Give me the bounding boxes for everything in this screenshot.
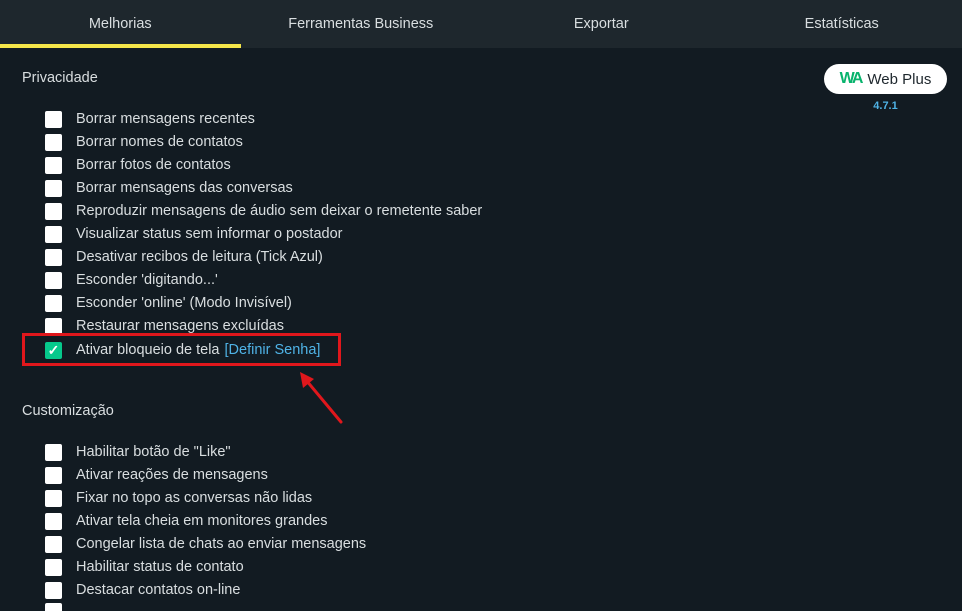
web-plus-logo: WA Web Plus [824, 64, 947, 94]
option-botao-like[interactable]: Habilitar botão de "Like" [45, 442, 231, 462]
checkbox[interactable] [45, 535, 62, 553]
option-label: Habilitar status de contato [76, 559, 244, 575]
option-label: Ativar reações de mensagens [76, 467, 268, 483]
option-label: Esconder 'digitando...' [76, 272, 218, 288]
option-fixar-topo[interactable]: Fixar no topo as conversas não lidas [45, 488, 312, 508]
checkbox[interactable] [45, 110, 62, 128]
arrow-icon [300, 372, 343, 424]
option-borrar-mensagens-recentes[interactable]: Borrar mensagens recentes [45, 109, 255, 129]
customization-section-title: Customização [22, 403, 114, 419]
option-label: Visualizar status sem informar o postado… [76, 226, 343, 242]
option-label: Restaurar mensagens excluídas [76, 318, 284, 334]
checkbox[interactable] [45, 317, 62, 335]
option-label: Congelar lista de chats ao enviar mensag… [76, 536, 367, 552]
tab-exportar[interactable]: Exportar [481, 0, 722, 48]
version-label: 4.7.1 [873, 100, 898, 112]
checkbox[interactable] [45, 248, 62, 266]
checkbox[interactable] [45, 443, 62, 461]
brand-name: Web Plus [867, 70, 932, 88]
option-reproduzir-audio[interactable]: Reproduzir mensagens de áudio sem deixar… [45, 201, 482, 221]
checkbox[interactable] [45, 466, 62, 484]
checkbox[interactable] [45, 156, 62, 174]
checkbox[interactable] [45, 271, 62, 289]
checkbox[interactable] [45, 489, 62, 507]
option-label: Habilitar botão de "Like" [76, 444, 231, 460]
option-destacar-contatos[interactable]: Destacar contatos on-line [45, 580, 240, 600]
tab-melhorias[interactable]: Melhorias [0, 0, 241, 48]
option-label: Ativar tela cheia em monitores grandes [76, 513, 328, 529]
checkbox[interactable] [45, 133, 62, 151]
option-label: Borrar mensagens das conversas [76, 180, 293, 196]
option-label: Destacar contatos on-line [76, 582, 241, 598]
option-label: Borrar nomes de contatos [76, 134, 243, 150]
tab-bar: Melhorias Ferramentas Business Exportar … [0, 0, 962, 48]
option-label: Fixar no topo as conversas não lidas [76, 490, 313, 506]
wa-logo-icon: WA [839, 70, 864, 87]
option-cut-off[interactable] [45, 603, 76, 611]
checkbox[interactable] [45, 202, 62, 220]
option-label: Borrar mensagens recentes [76, 111, 255, 127]
checkbox[interactable] [45, 225, 62, 243]
privacy-section-title: Privacidade [22, 70, 98, 86]
checkbox[interactable] [45, 512, 62, 530]
option-status-contato[interactable]: Habilitar status de contato [45, 557, 244, 577]
tab-ferramentas-business[interactable]: Ferramentas Business [241, 0, 482, 48]
checkbox[interactable] [45, 558, 62, 576]
option-borrar-mensagens-conversas[interactable]: Borrar mensagens das conversas [45, 178, 293, 198]
checkbox[interactable] [45, 581, 62, 599]
option-label: Borrar fotos de contatos [76, 157, 231, 173]
checkbox[interactable] [45, 179, 62, 197]
tab-estatisticas[interactable]: Estatísticas [722, 0, 962, 48]
option-label: Reproduzir mensagens de áudio sem deixar… [76, 203, 483, 219]
checkbox[interactable] [45, 603, 62, 611]
option-label: Desativar recibos de leitura (Tick Azul) [76, 249, 323, 265]
option-esconder-digitando[interactable]: Esconder 'digitando...' [45, 270, 218, 290]
highlight-box [22, 333, 341, 366]
option-reacoes-mensagens[interactable]: Ativar reações de mensagens [45, 465, 268, 485]
option-desativar-recibos[interactable]: Desativar recibos de leitura (Tick Azul) [45, 247, 323, 267]
option-borrar-nomes-contatos[interactable]: Borrar nomes de contatos [45, 132, 243, 152]
option-esconder-online[interactable]: Esconder 'online' (Modo Invisível) [45, 293, 292, 313]
option-label: Esconder 'online' (Modo Invisível) [76, 295, 292, 311]
option-tela-cheia[interactable]: Ativar tela cheia em monitores grandes [45, 511, 327, 531]
checkbox[interactable] [45, 294, 62, 312]
option-visualizar-status[interactable]: Visualizar status sem informar o postado… [45, 224, 343, 244]
option-congelar-lista[interactable]: Congelar lista de chats ao enviar mensag… [45, 534, 366, 554]
option-borrar-fotos-contatos[interactable]: Borrar fotos de contatos [45, 155, 231, 175]
